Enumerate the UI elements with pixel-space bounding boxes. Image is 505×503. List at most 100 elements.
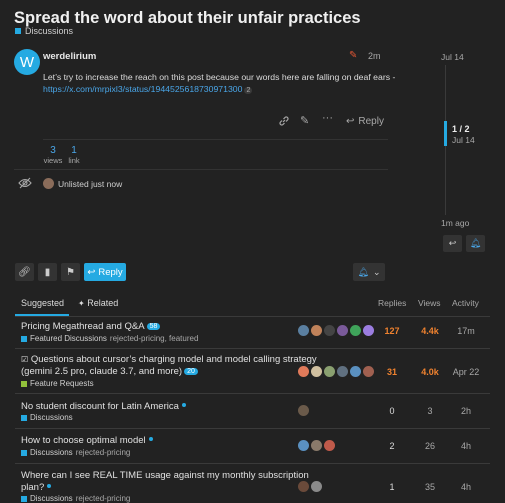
avatar[interactable] — [363, 325, 374, 336]
category-label: Feature Requests — [30, 379, 94, 388]
topic-category[interactable]: Discussions — [21, 413, 73, 422]
topic-link[interactable]: Pricing Megathread and Q&A — [21, 321, 145, 332]
replies-count: 2 — [389, 441, 395, 451]
views-count: 4.4k — [421, 326, 439, 336]
reply-icon: ↩ — [346, 116, 355, 127]
table-row[interactable]: ☑ Questions about cursor’s charging mode… — [21, 354, 317, 365]
tab-suggested[interactable]: Suggested — [21, 298, 64, 308]
reply-button[interactable]: ↩ Reply — [84, 263, 126, 281]
post-link-text[interactable]: https://x.com/mrpixl3/status/19445256187… — [43, 84, 242, 94]
avatar[interactable] — [311, 481, 322, 492]
unread-badge[interactable]: 58 — [146, 323, 161, 330]
category-label: Discussions — [30, 448, 73, 457]
row-divider — [15, 428, 490, 429]
unlisted-notice: Unlisted just now — [43, 178, 122, 189]
topic-tags[interactable]: rejected-pricing — [76, 448, 131, 457]
link-icon: 🔗︎ — [18, 266, 31, 278]
post-username[interactable]: werdelirium — [43, 51, 96, 62]
table-row[interactable]: No student discount for Latin America — [21, 401, 186, 412]
topic-link[interactable]: Questions about cursor’s charging model … — [31, 354, 317, 365]
category-label: Discussions — [30, 413, 73, 422]
col-replies[interactable]: Replies — [378, 298, 406, 308]
notifications-button[interactable]: 🔔︎ ⌄ — [353, 263, 385, 281]
pencil-icon[interactable]: ✎ — [349, 50, 357, 61]
avatar[interactable] — [324, 366, 335, 377]
avatar[interactable] — [350, 325, 361, 336]
avatar[interactable] — [324, 325, 335, 336]
edit-icon[interactable]: ✎ — [300, 114, 309, 127]
topic-tags[interactable]: rejected-pricing — [76, 494, 131, 503]
reply-icon: ↩ — [87, 266, 96, 278]
topic-link[interactable]: How to choose optimal model — [21, 435, 146, 446]
timeline-handle[interactable] — [444, 121, 447, 146]
timeline-reply-button[interactable]: ↩ — [443, 235, 462, 252]
post-reply-label: Reply — [358, 116, 384, 127]
avatar[interactable] — [298, 440, 309, 451]
avatar[interactable] — [298, 405, 309, 416]
timeline-position-date: Jul 14 — [452, 135, 475, 145]
replies-count: 0 — [389, 406, 395, 416]
bookmark-button[interactable]: ▮ — [38, 263, 57, 281]
avatar[interactable] — [363, 366, 374, 377]
topic-link[interactable]: Where can I see REAL TIME usage against … — [21, 470, 309, 481]
avatar[interactable] — [298, 325, 309, 336]
topic-title-line2[interactable]: (gemini 2.5 pro, claude 3.7, and more) 20 — [21, 366, 198, 377]
avatar[interactable] — [350, 366, 361, 377]
more-icon[interactable]: ··· — [322, 112, 333, 124]
topic-category[interactable]: Featured Discussions rejected-pricing, f… — [21, 334, 198, 343]
avatar[interactable] — [43, 178, 54, 189]
avatar[interactable] — [311, 325, 322, 336]
avatar[interactable] — [298, 481, 309, 492]
link-icon[interactable] — [278, 115, 290, 130]
post-time[interactable]: 2m — [368, 51, 381, 61]
timeline-start-date[interactable]: Jul 14 — [441, 52, 464, 62]
avatar[interactable] — [337, 366, 348, 377]
activity-time[interactable]: 4h — [448, 441, 484, 451]
topic-category[interactable]: Discussions rejected-pricing — [21, 448, 130, 457]
avatar[interactable] — [324, 440, 335, 451]
activity-time[interactable]: 17m — [448, 326, 484, 336]
views-count: 35 — [424, 482, 435, 492]
tab-related-label: Related — [87, 298, 119, 308]
avatar[interactable] — [311, 440, 322, 451]
topic-category[interactable]: Feature Requests — [21, 379, 94, 388]
topic-category[interactable]: Discussions — [15, 26, 73, 36]
topic-category[interactable]: Discussions rejected-pricing — [21, 494, 130, 503]
flag-button[interactable]: ⚑ — [61, 263, 80, 281]
col-views[interactable]: Views — [418, 298, 441, 308]
activity-time[interactable]: 4h — [448, 482, 484, 492]
topic-title-line2[interactable]: plan? — [21, 482, 52, 493]
category-color-square — [21, 414, 27, 421]
links-stat[interactable]: 1 link — [66, 145, 82, 165]
tab-related[interactable]: ✦ Related — [78, 298, 118, 308]
reply-icon: ↩ — [448, 238, 457, 248]
post-reply-button[interactable]: ↩ Reply — [346, 116, 384, 127]
views-count: 4.0k — [421, 367, 439, 377]
table-row[interactable]: Where can I see REAL TIME usage against … — [21, 470, 309, 481]
activity-time[interactable]: 2h — [448, 406, 484, 416]
post-link[interactable]: https://x.com/mrpixl3/status/19445256187… — [43, 84, 253, 94]
topic-link[interactable]: No student discount for Latin America — [21, 401, 179, 412]
unread-badge[interactable]: 20 — [184, 368, 198, 375]
topic-tags[interactable]: rejected-pricing, featured — [110, 334, 199, 343]
small-action-divider — [14, 169, 388, 170]
col-activity[interactable]: Activity — [452, 298, 479, 308]
avatar[interactable] — [298, 366, 309, 377]
unlisted-text: Unlisted just now — [58, 178, 123, 189]
table-row[interactable]: Pricing Megathread and Q&A 58 — [21, 321, 161, 332]
table-row[interactable]: How to choose optimal model — [21, 435, 153, 446]
posters — [298, 325, 376, 336]
views-count: 26 — [424, 441, 435, 451]
avatar[interactable]: W — [14, 49, 40, 75]
share-button[interactable]: 🔗︎ — [15, 263, 34, 281]
bell-icon: 🔔︎ — [469, 238, 482, 248]
avatar[interactable] — [311, 366, 322, 377]
timeline-end-date[interactable]: 1m ago — [441, 218, 469, 228]
activity-time[interactable]: Apr 22 — [448, 367, 484, 377]
avatar[interactable] — [337, 325, 348, 336]
category-color-square — [21, 449, 27, 456]
category-label: Featured Discussions — [30, 334, 107, 343]
posters — [298, 481, 324, 492]
timeline-notification-button[interactable]: 🔔︎ — [466, 235, 485, 252]
timeline-position: 1 / 2 — [452, 124, 470, 134]
